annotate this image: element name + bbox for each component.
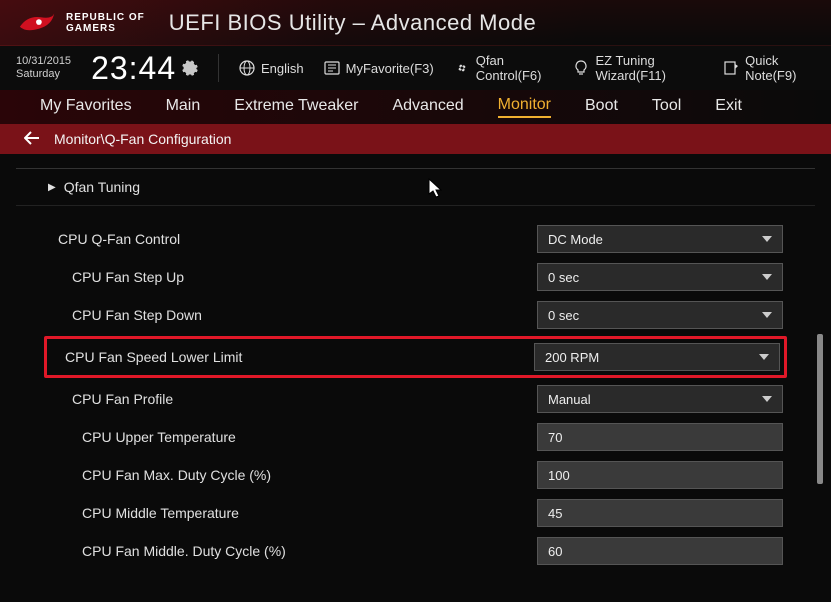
row-cpu-fan-step-up: CPU Fan Step Up 0 sec [16,258,815,296]
date-text: 10/31/2015 [16,55,71,68]
dropdown-cpu-fan-step-down[interactable]: 0 sec [537,301,783,329]
language-button[interactable]: English [239,60,304,76]
tab-monitor[interactable]: Monitor [498,96,551,118]
label-cpu-fan-speed-lower-limit: CPU Fan Speed Lower Limit [51,349,534,365]
row-cpu-fan-profile: CPU Fan Profile Manual [16,380,815,418]
input-cpu-upper-temp[interactable] [537,423,783,451]
label-cpu-fan-step-down: CPU Fan Step Down [48,307,537,323]
label-cpu-middle-temp: CPU Middle Temperature [48,505,537,521]
label-cpu-fan-max-duty: CPU Fan Max. Duty Cycle (%) [48,467,537,483]
dropdown-value: 0 sec [548,308,579,323]
input-cpu-fan-middle-duty[interactable] [537,537,783,565]
row-cpu-upper-temp: CPU Upper Temperature [16,418,815,456]
tab-main[interactable]: Main [166,97,201,117]
quicknote-label: Quick Note(F9) [745,53,815,83]
time-text: 23:44 [91,50,176,87]
qfan-tuning-label: Qfan Tuning [64,179,140,195]
dropdown-value: 0 sec [548,270,579,285]
row-cpu-fan-step-down: CPU Fan Step Down 0 sec [16,296,815,334]
tab-advanced[interactable]: Advanced [392,97,463,117]
chevron-down-icon [762,396,772,402]
dropdown-value: 200 RPM [545,350,599,365]
brand-text: REPUBLIC OF GAMERS [66,12,145,34]
chevron-down-icon [762,236,772,242]
qfan-tuning-section[interactable]: ▶ Qfan Tuning [16,168,815,206]
fan-icon [454,60,470,76]
brand-line1: REPUBLIC OF [66,12,145,23]
tab-myfavorites[interactable]: My Favorites [40,97,132,117]
caret-right-icon: ▶ [48,182,56,193]
row-cpu-fan-middle-duty: CPU Fan Middle. Duty Cycle (%) [16,532,815,570]
toolbar-separator [218,54,219,82]
label-cpu-fan-profile: CPU Fan Profile [48,391,537,407]
label-cpu-qfan-control: CPU Q-Fan Control [48,231,537,247]
tab-extremetweaker[interactable]: Extreme Tweaker [234,97,358,117]
qfan-label: Qfan Control(F6) [476,53,554,83]
scrollbar[interactable] [817,154,823,600]
main-tabs: My Favorites Main Extreme Tweaker Advanc… [0,90,831,124]
toolbar: 10/31/2015 Saturday 23:44 English MyFavo… [0,46,831,90]
qfan-control-button[interactable]: Qfan Control(F6) [454,53,554,83]
label-cpu-fan-step-up: CPU Fan Step Up [48,269,537,285]
myfavorite-button[interactable]: MyFavorite(F3) [324,60,434,76]
row-cpu-middle-temp: CPU Middle Temperature [16,494,815,532]
gear-icon[interactable] [182,60,198,76]
label-cpu-fan-middle-duty: CPU Fan Middle. Duty Cycle (%) [48,543,537,559]
tab-exit[interactable]: Exit [715,97,742,117]
dropdown-value: DC Mode [548,232,603,247]
tab-boot[interactable]: Boot [585,97,618,117]
dropdown-cpu-fan-profile[interactable]: Manual [537,385,783,413]
note-icon [723,60,739,76]
dropdown-cpu-qfan-control[interactable]: DC Mode [537,225,783,253]
brand-line2: GAMERS [66,23,145,34]
back-arrow-icon[interactable] [24,131,40,148]
input-cpu-fan-max-duty[interactable] [537,461,783,489]
dropdown-cpu-fan-step-up[interactable]: 0 sec [537,263,783,291]
chevron-down-icon [762,312,772,318]
chevron-down-icon [762,274,772,280]
time-block: 23:44 [91,50,198,87]
globe-icon [239,60,255,76]
eztuning-button[interactable]: EZ Tuning Wizard(F11) [573,53,703,83]
quicknote-button[interactable]: Quick Note(F9) [723,53,815,83]
label-cpu-upper-temp: CPU Upper Temperature [48,429,537,445]
scrollbar-thumb[interactable] [817,334,823,484]
breadcrumb: Monitor\Q-Fan Configuration [0,124,831,154]
row-cpu-fan-max-duty: CPU Fan Max. Duty Cycle (%) [16,456,815,494]
rog-eye-icon [18,11,56,35]
input-cpu-middle-temp[interactable] [537,499,783,527]
content-panel: ▶ Qfan Tuning CPU Q-Fan Control DC Mode … [0,154,831,600]
language-label: English [261,61,304,76]
breadcrumb-text: Monitor\Q-Fan Configuration [54,131,231,147]
datetime-block: 10/31/2015 Saturday [16,55,71,81]
favorite-icon [324,60,340,76]
brand-logo: REPUBLIC OF GAMERS [18,11,145,35]
row-cpu-fan-speed-lower-limit: CPU Fan Speed Lower Limit 200 RPM [44,336,787,378]
bulb-icon [573,60,589,76]
day-text: Saturday [16,68,71,81]
app-title: UEFI BIOS Utility – Advanced Mode [169,10,536,36]
tab-tool[interactable]: Tool [652,97,681,117]
row-cpu-qfan-control: CPU Q-Fan Control DC Mode [16,220,815,258]
dropdown-cpu-fan-speed-lower-limit[interactable]: 200 RPM [534,343,780,371]
header-bar: REPUBLIC OF GAMERS UEFI BIOS Utility – A… [0,0,831,46]
myfavorite-label: MyFavorite(F3) [346,61,434,76]
dropdown-value: Manual [548,392,591,407]
eztuning-label: EZ Tuning Wizard(F11) [595,53,703,83]
chevron-down-icon [759,354,769,360]
